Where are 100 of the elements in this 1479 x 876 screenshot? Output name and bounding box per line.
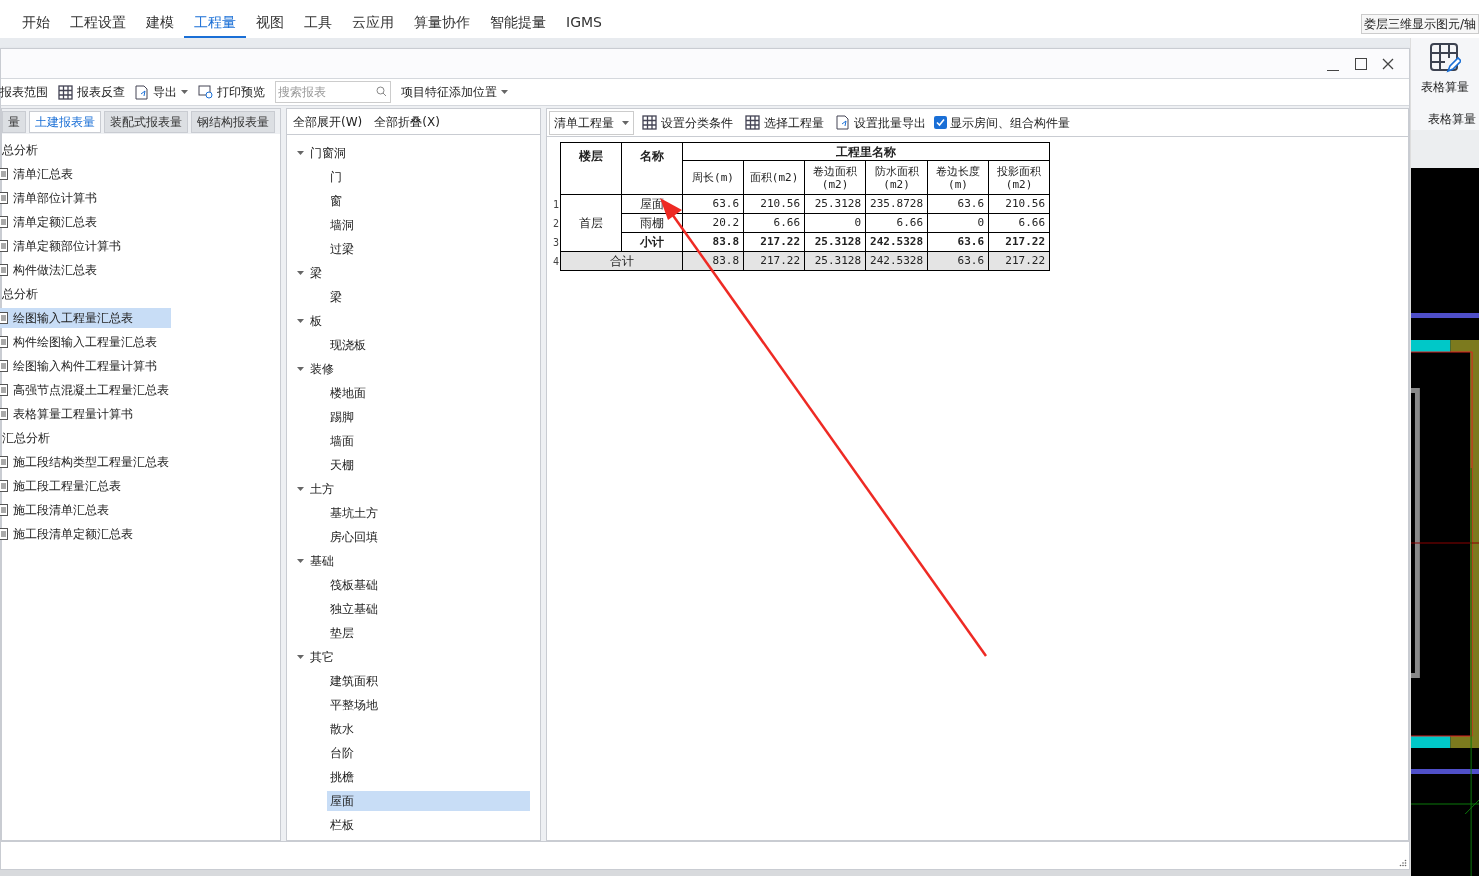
collapse-all-button[interactable]: 全部折叠(X) [374,112,440,131]
table-cell: 242.5328 [865,232,928,252]
header-cell: 工程里名称 [682,142,1050,161]
search-field[interactable]: 搜索报表 [275,81,391,103]
header-cell: 投影面积(m2) [988,160,1050,195]
component-group[interactable]: 土方 [310,480,334,498]
print-preview-button[interactable]: 打印预览 [198,83,265,101]
header-cell: 周长(m) [682,160,744,195]
menu-tab[interactable]: IGMS [556,12,612,38]
report-item[interactable]: 表格算量工程量计算书 [0,404,171,424]
report-item[interactable]: 构件绘图输入工程量汇总表 [0,332,171,352]
component-item[interactable]: 过梁 [327,239,530,259]
component-item[interactable]: 基坑土方 [327,503,530,523]
report-tab[interactable]: 量 [2,111,26,133]
caret-icon [501,90,508,94]
component-group[interactable]: 装修 [310,360,334,378]
component-item[interactable]: 墙面 [327,431,530,451]
report-item[interactable]: 清单定额部位计算书 [0,236,171,256]
export-button[interactable]: 导出 [135,83,188,101]
report-group[interactable]: 总分析 [2,282,280,306]
report-item[interactable]: 清单汇总表 [0,164,171,184]
component-item[interactable]: 窗 [327,191,530,211]
menu-tab[interactable]: 工具 [294,12,342,38]
menu-tab[interactable]: 算量协作 [404,12,480,38]
menu-tab[interactable]: 视图 [246,12,294,38]
report-item[interactable]: 施工段清单汇总表 [0,500,171,520]
feature-position-dropdown[interactable]: 项目特征添加位置 [401,83,508,101]
report-item[interactable]: 施工段清单定额汇总表 [0,524,171,544]
component-item[interactable]: 独立基础 [327,599,530,619]
report-item[interactable]: 施工段工程量汇总表 [0,476,171,496]
report-range-button[interactable]: 报表范围 [0,83,48,101]
component-item[interactable]: 筏板基础 [327,575,530,595]
component-item[interactable]: 建筑面积 [327,671,530,691]
export-icon [135,84,149,100]
classification-button[interactable]: 设置分类条件 [642,113,733,132]
show-rooms-checkbox[interactable]: 显示房间、组合构件量 [934,113,1070,132]
header-cell: 卷边面积(m2) [804,160,866,195]
menu-tab[interactable]: 云应用 [342,12,404,38]
table-cell: 63.6 [682,194,744,214]
component-item[interactable]: 踢脚 [327,407,530,427]
report-item[interactable]: 构件做法汇总表 [0,260,171,280]
component-item[interactable]: 天棚 [327,455,530,475]
table-cell: 25.3128 [804,251,866,271]
component-item[interactable]: 楼地面 [327,383,530,403]
expand-all-button[interactable]: 全部展开(W) [293,112,363,131]
row-number: 3 [553,232,561,252]
component-item[interactable]: 现浇板 [327,335,530,355]
header-cell: 名称 [621,142,683,195]
quantity-type-dropdown[interactable]: 清单工程量 [549,110,634,135]
select-quantity-button[interactable]: 选择工程量 [745,113,824,132]
component-item[interactable]: 散水 [327,719,530,739]
table-cell: 0 [804,213,866,233]
report-tab[interactable]: 土建报表量 [29,111,101,133]
component-item[interactable]: 墙洞 [327,215,530,235]
component-group[interactable]: 梁 [310,264,322,282]
table-cell: 235.8728 [865,194,928,214]
report-tab[interactable]: 钢结构报表量 [191,111,275,133]
expanded-caret-icon[interactable] [297,317,304,325]
menu-tab[interactable]: 建模 [136,12,184,38]
component-group[interactable]: 其它 [310,648,334,666]
menu-tab[interactable]: 开始 [12,12,60,38]
expanded-caret-icon[interactable] [297,557,304,565]
component-item[interactable]: 梁 [327,287,530,307]
component-item[interactable]: 栏板 [327,815,530,835]
report-item[interactable]: 高强节点混凝土工程量汇总表 [0,380,171,400]
component-item[interactable]: 平整场地 [327,695,530,715]
report-item[interactable]: 清单部位计算书 [0,188,171,208]
close-button[interactable] [1381,56,1395,71]
report-check-button[interactable]: 报表反查 [58,83,125,101]
expanded-caret-icon[interactable] [297,485,304,493]
table-cell: 217.22 [988,232,1050,252]
component-item[interactable]: 屋面 [327,791,530,811]
table-calc-button[interactable]: 表格算量 [1421,42,1469,96]
report-group[interactable]: 汇总分析 [2,426,280,450]
report-item[interactable]: 绘图输入工程量汇总表 [0,308,171,328]
component-group[interactable]: 基础 [310,552,334,570]
report-item[interactable]: 清单定额汇总表 [0,212,171,232]
table-cell: 217.22 [988,251,1050,271]
maximize-button[interactable] [1355,57,1367,70]
header-cell: 楼层 [560,142,622,195]
expanded-caret-icon[interactable] [297,653,304,661]
report-item[interactable]: 施工段结构类型工程量汇总表 [0,452,171,472]
component-group[interactable]: 门窗洞 [310,144,346,162]
component-group[interactable]: 板 [310,312,322,330]
expanded-caret-icon[interactable] [297,365,304,373]
report-group[interactable]: 总分析 [2,138,280,162]
batch-export-button[interactable]: 设置批量导出 [836,113,926,132]
document-icon [0,312,8,324]
component-item[interactable]: 挑檐 [327,767,530,787]
expanded-caret-icon[interactable] [297,149,304,157]
report-item[interactable]: 绘图输入构件工程量计算书 [0,356,171,376]
table-icon [745,115,760,130]
menu-tab[interactable]: 工程设置 [60,12,136,38]
component-item[interactable]: 垫层 [327,623,530,643]
expanded-caret-icon[interactable] [297,269,304,277]
component-item[interactable]: 房心回填 [327,527,530,547]
component-item[interactable]: 门 [327,167,530,187]
report-tab[interactable]: 装配式报表量 [104,111,188,133]
component-item[interactable]: 台阶 [327,743,530,763]
menu-tab[interactable]: 智能提量 [480,12,556,38]
